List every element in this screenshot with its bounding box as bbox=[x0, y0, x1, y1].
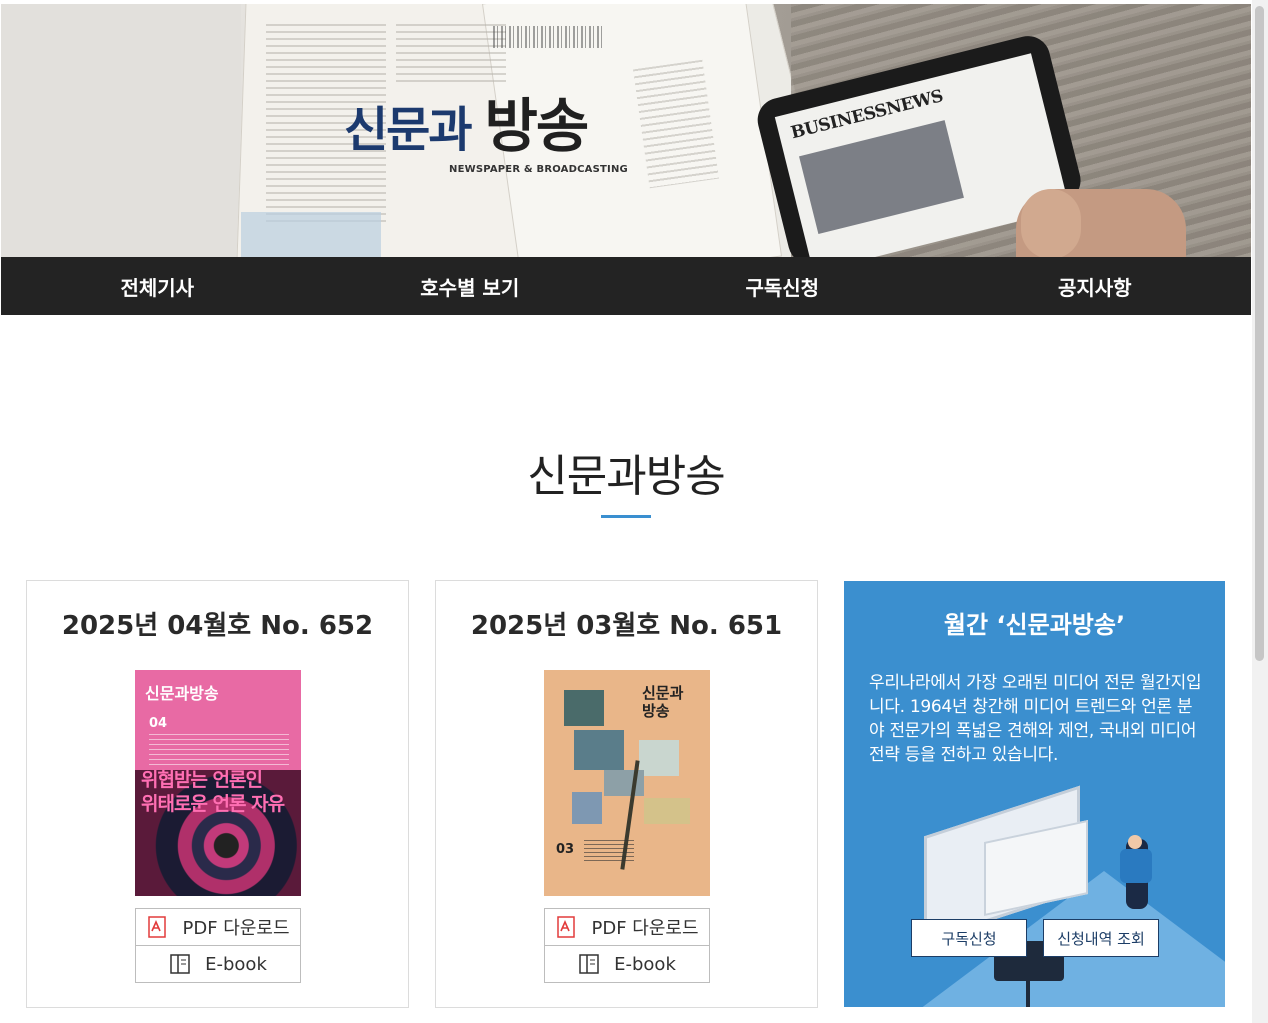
cover-art bbox=[574, 730, 624, 770]
magazine-info-panel: 월간 ‘신문과방송’ 우리나라에서 가장 오래된 미디어 전문 월간지입니다. … bbox=[844, 581, 1225, 1007]
thumb-image bbox=[1021, 189, 1081, 257]
cover-art bbox=[604, 770, 644, 796]
cover-headline-line: 위협받는 언론인 bbox=[141, 769, 263, 791]
person-illustration bbox=[1120, 849, 1152, 883]
pdf-download-button[interactable]: PDF 다운로드 bbox=[135, 908, 301, 946]
cover-masthead-line: 신문과 bbox=[642, 684, 684, 702]
logo-text-left: 신문과 bbox=[344, 102, 472, 158]
ebook-label: E-book bbox=[614, 953, 676, 975]
book-icon bbox=[169, 953, 191, 975]
tablet-photo bbox=[799, 120, 964, 235]
main-nav: 전체기사 호수별 보기 구독신청 공지사항 bbox=[1, 257, 1251, 315]
cover-masthead: 신문과방송 bbox=[145, 684, 219, 703]
cover-masthead-line: 방송 bbox=[642, 702, 670, 720]
subscription-lookup-button[interactable]: 신청내역 조회 bbox=[1043, 919, 1159, 957]
header-banner: BUSINESSNEWS 신문과 방송 NEWSPAPER & BROADCAST… bbox=[1, 4, 1251, 257]
issue-title: 2025년 04월호 No. 652 bbox=[61, 611, 374, 641]
pdf-icon bbox=[555, 916, 577, 938]
issue-card: 2025년 03월호 No. 651 신문과 방송 03 PDF 다운로드 E-… bbox=[435, 580, 818, 1008]
issue-cover-image[interactable]: 신문과 방송 03 bbox=[544, 670, 710, 896]
page-title: 신문과방송 bbox=[527, 451, 725, 502]
cover-number: 03 bbox=[556, 842, 575, 857]
nav-item-subscribe[interactable]: 구독신청 bbox=[626, 257, 939, 315]
cover-headline: 위협받는 언론인 위태로운 언론 자유 bbox=[141, 768, 285, 816]
pdf-download-label: PDF 다운로드 bbox=[591, 918, 699, 939]
cover-number: 04 bbox=[149, 716, 168, 731]
info-title: 월간 ‘신문과방송’ bbox=[943, 611, 1126, 639]
pdf-icon bbox=[146, 916, 168, 938]
info-description: 우리나라에서 가장 오래된 미디어 전문 월간지입니다. 1964년 창간해 미… bbox=[869, 673, 1202, 765]
cover-art bbox=[572, 792, 602, 824]
cover-text-lines bbox=[149, 734, 289, 768]
nav-item-all-articles[interactable]: 전체기사 bbox=[1, 257, 314, 315]
barcode-graphic bbox=[493, 26, 603, 48]
subscribe-button[interactable]: 구독신청 bbox=[911, 919, 1027, 957]
book-icon bbox=[578, 953, 600, 975]
scrollbar-thumb[interactable] bbox=[1255, 6, 1264, 661]
issue-card: 2025년 04월호 No. 652 신문과방송 04 위협받는 언론인 위태로… bbox=[26, 580, 409, 1008]
logo-text-right: 방송 bbox=[484, 92, 589, 160]
pdf-download-button[interactable]: PDF 다운로드 bbox=[544, 908, 710, 946]
newspaper-photo bbox=[241, 212, 381, 257]
pdf-download-label: PDF 다운로드 bbox=[182, 918, 290, 939]
cover-art bbox=[639, 740, 679, 776]
nav-item-notices[interactable]: 공지사항 bbox=[939, 257, 1252, 315]
issue-title: 2025년 03월호 No. 651 bbox=[470, 611, 783, 641]
person-illustration bbox=[1128, 835, 1142, 849]
nav-item-by-issue[interactable]: 호수별 보기 bbox=[314, 257, 627, 315]
banner-background bbox=[1, 4, 241, 257]
cover-headline-line: 위태로운 언론 자유 bbox=[141, 793, 285, 815]
cover-art bbox=[564, 690, 604, 726]
cover-text-lines bbox=[584, 840, 634, 862]
newspaper-text-lines bbox=[396, 24, 506, 84]
issue-cover-image[interactable]: 신문과방송 04 위협받는 언론인 위태로운 언론 자유 bbox=[135, 670, 301, 896]
site-logo[interactable]: 신문과 방송 NEWSPAPER & BROADCASTING bbox=[344, 96, 628, 175]
logo-english: NEWSPAPER & BROADCASTING bbox=[449, 164, 628, 175]
logo-korean: 신문과 방송 bbox=[344, 96, 589, 160]
camera-illustration bbox=[1026, 976, 1030, 1007]
ebook-button[interactable]: E-book bbox=[544, 945, 710, 983]
title-underline bbox=[601, 515, 651, 518]
ebook-button[interactable]: E-book bbox=[135, 945, 301, 983]
page-scrollbar[interactable] bbox=[1252, 0, 1268, 1023]
cover-art bbox=[644, 798, 690, 824]
cover-masthead: 신문과 방송 bbox=[642, 684, 683, 720]
ebook-label: E-book bbox=[205, 953, 267, 975]
